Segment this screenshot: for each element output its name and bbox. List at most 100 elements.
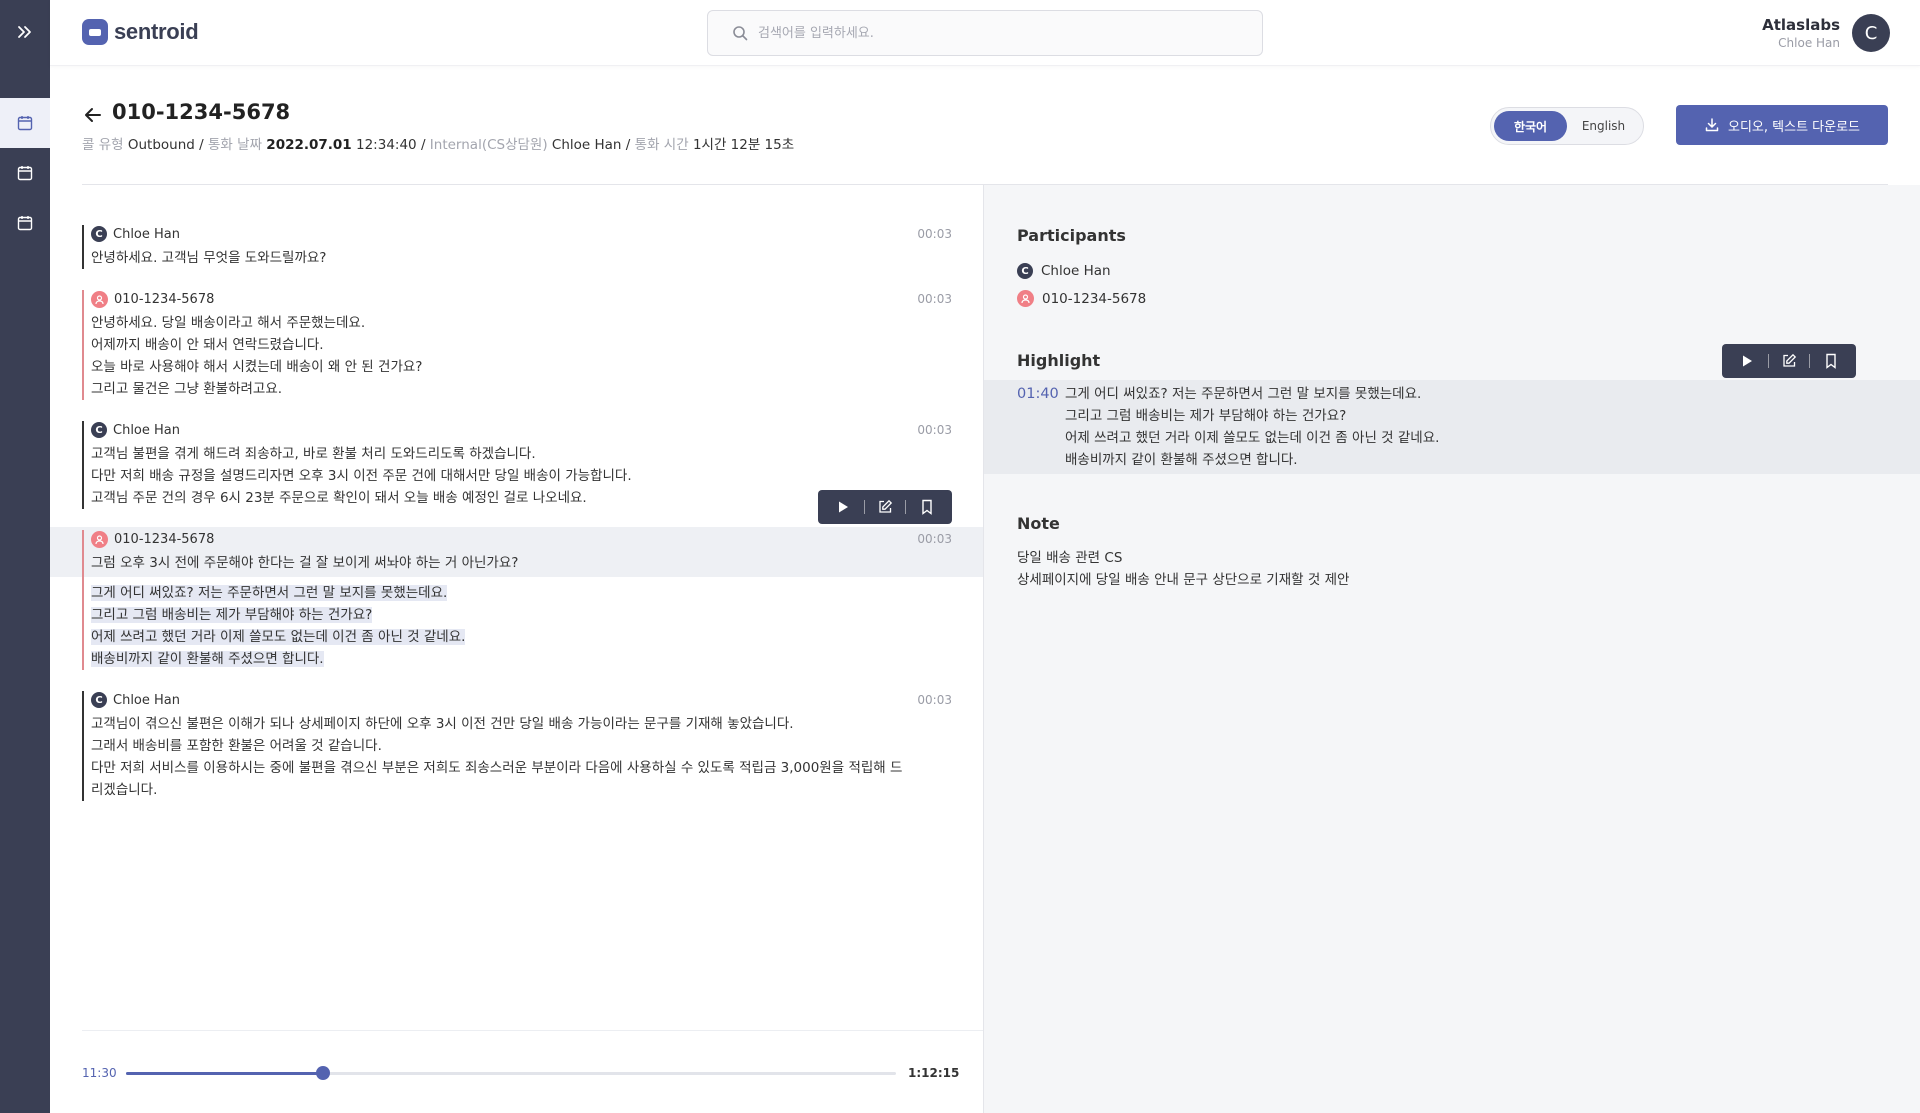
selected-line[interactable]: 그리고 그럼 배송비는 제가 부담해야 하는 건가요? [91,607,373,623]
transcript-action-toolbar [818,490,952,524]
download-button[interactable]: 오디오, 텍스트 다운로드 [1676,105,1888,145]
double-chevron-right-icon [18,26,31,38]
selected-line[interactable]: 배송비까지 같이 환불해 주셨으면 합니다. [91,651,324,667]
speaker-name: Chloe Han [113,422,180,438]
avatar[interactable]: C [1852,14,1890,52]
meta-separator: / [420,137,426,153]
org-name: Atlaslabs [1762,16,1840,34]
back-button[interactable] [82,104,104,126]
player-current-time: 11:30 [82,1066,117,1080]
side-rail [0,0,50,1113]
toolbar-divider [863,500,865,514]
transcript-turn[interactable]: C Chloe Han 00:03 안녕하세요. 고객님 무엇을 도와드릴까요? [82,225,952,269]
calendar-icon [17,216,33,231]
play-button[interactable] [1737,351,1757,371]
turn-line: 오늘 바로 사용해야 해서 시켰는데 배송이 왜 안 된 건가요? [91,359,423,375]
note-line: 상세페이지에 당일 배송 안내 문구 상단으로 기재할 것 제안 [1017,572,1350,588]
call-meta: 콜 유형 Outbound / 통화 날짜 2022.07.01 12:34:4… [82,133,794,153]
participant-name: 010-1234-5678 [1042,290,1147,307]
participant-item: C Chloe Han [1017,263,1111,279]
bookmark-button[interactable] [917,497,937,517]
highlight-title: Highlight [1017,351,1101,370]
transcript-turn[interactable]: C Chloe Han 00:03 고객님이 겪으신 불편은 이해가 되나 상세… [82,691,952,801]
duration-value: 1시간 12분 15초 [692,137,795,153]
page-title: 010-1234-5678 [112,100,291,124]
nav-item-3[interactable] [0,198,50,248]
lang-english-option[interactable]: English [1567,111,1640,141]
toolbar-divider [905,500,907,514]
lang-korean-option[interactable]: 한국어 [1494,111,1567,141]
agent-value: Chloe Han [551,137,622,153]
search-input[interactable] [758,25,1218,41]
user-names: Atlaslabs Chloe Han [1762,16,1840,50]
calendar-icon [17,166,33,181]
highlight-line: 그리고 그럼 배송비는 제가 부담해야 하는 건가요? [1065,408,1347,424]
turn-time[interactable]: 00:03 [917,423,952,437]
selected-line[interactable]: 어제 쓰려고 했던 거라 이제 쓸모도 없는데 이건 좀 아닌 것 같네요. [91,629,466,645]
meta-separator: / [625,137,631,153]
speaker: C Chloe Han [91,421,952,439]
call-date-label: 통화 날짜 [208,137,262,153]
play-button[interactable] [833,497,853,517]
speaker-name: Chloe Han [113,226,180,242]
seek-progress [126,1072,324,1075]
nav-item-2[interactable] [0,148,50,198]
highlight-time[interactable]: 01:40 [1017,386,1059,402]
speaker-name: 010-1234-5678 [114,291,215,307]
call-type-label: 콜 유형 [82,137,124,153]
download-icon [1705,118,1719,132]
top-bar: sentroid Atlaslabs Chloe Han C [50,0,1920,66]
side-panel [984,185,1920,1113]
agent-avatar-icon: C [1017,263,1033,279]
turn-line: 리겠습니다. [91,782,158,798]
audio-seek-slider[interactable] [126,1066,896,1080]
speaker-name: 010-1234-5678 [114,531,215,547]
turn-line: 고객님 불편을 겪게 해드려 죄송하고, 바로 환불 처리 도와드리도록 하겠습… [91,446,536,462]
transcript-turn[interactable]: 010-1234-5678 00:03 안녕하세요. 당일 배송이라고 해서 주… [82,290,952,400]
bookmark-icon [922,499,932,515]
seek-handle[interactable] [316,1066,331,1080]
turn-time[interactable]: 00:03 [917,532,952,546]
toolbar-divider [1767,354,1769,368]
bookmark-button[interactable] [1821,351,1841,371]
logo-mark [82,19,108,45]
participant-name: Chloe Han [1041,263,1111,279]
edit-button[interactable] [1779,351,1799,371]
turn-time[interactable]: 00:03 [917,227,952,241]
call-date-value: 2022.07.01 [266,137,352,153]
play-icon [839,501,849,513]
user-menu[interactable]: Atlaslabs Chloe Han C [1762,14,1890,52]
turn-line: 다만 저희 서비스를 이용하시는 중에 불편을 겪으신 부분은 저희도 죄송스러… [91,760,903,776]
player-divider [82,1030,983,1031]
participants-title: Participants [1017,226,1126,245]
edit-button[interactable] [875,497,895,517]
customer-avatar-icon [91,530,108,548]
speaker: C Chloe Han [91,691,952,709]
turn-time[interactable]: 00:03 [917,693,952,707]
player-total-time: 1:12:15 [908,1066,960,1080]
agent-label: Internal(CS상담원) [429,137,548,153]
edit-icon [1783,353,1797,367]
selected-line[interactable]: 그게 어디 써있죠? 저는 주문하면서 그런 말 보지를 못했는데요. [91,585,448,601]
app-name: sentroid [114,19,199,44]
calendar-icon [17,116,33,131]
note-line: 당일 배송 관련 CS [1017,550,1123,566]
app-logo[interactable]: sentroid [82,19,199,45]
turn-time[interactable]: 00:03 [917,292,952,306]
duration-label: 통화 시간 [634,137,689,153]
turn-line: 어제까지 배송이 안 돼서 연락드렸습니다. [91,337,324,353]
call-time-value: 12:34:40 [356,137,417,153]
user-name: Chloe Han [1778,36,1840,50]
bookmark-icon [1826,353,1836,369]
note-body[interactable]: 당일 배송 관련 CS 상세페이지에 당일 배송 안내 문구 상단으로 기재할 … [1017,547,1349,591]
transcript-turn[interactable]: 010-1234-5678 00:03 그럼 오후 3시 전에 주문해야 한다는… [82,530,952,670]
note-title: Note [1017,514,1060,533]
arrow-left-icon [85,108,101,122]
turn-line: 고객님이 겪으신 불편은 이해가 되나 상세페이지 하단에 오후 3시 이전 건… [91,716,794,732]
turn-line: 안녕하세요. 고객님 무엇을 도와드릴까요? [91,250,327,266]
turn-line: 다만 저희 배송 규정을 설명드리자면 오후 3시 이전 주문 건에 대해서만 … [91,468,632,484]
customer-avatar-icon [1017,290,1034,307]
highlight-action-toolbar [1722,344,1856,378]
nav-item-calls[interactable] [0,98,50,148]
expand-sidebar-button[interactable] [0,14,50,50]
